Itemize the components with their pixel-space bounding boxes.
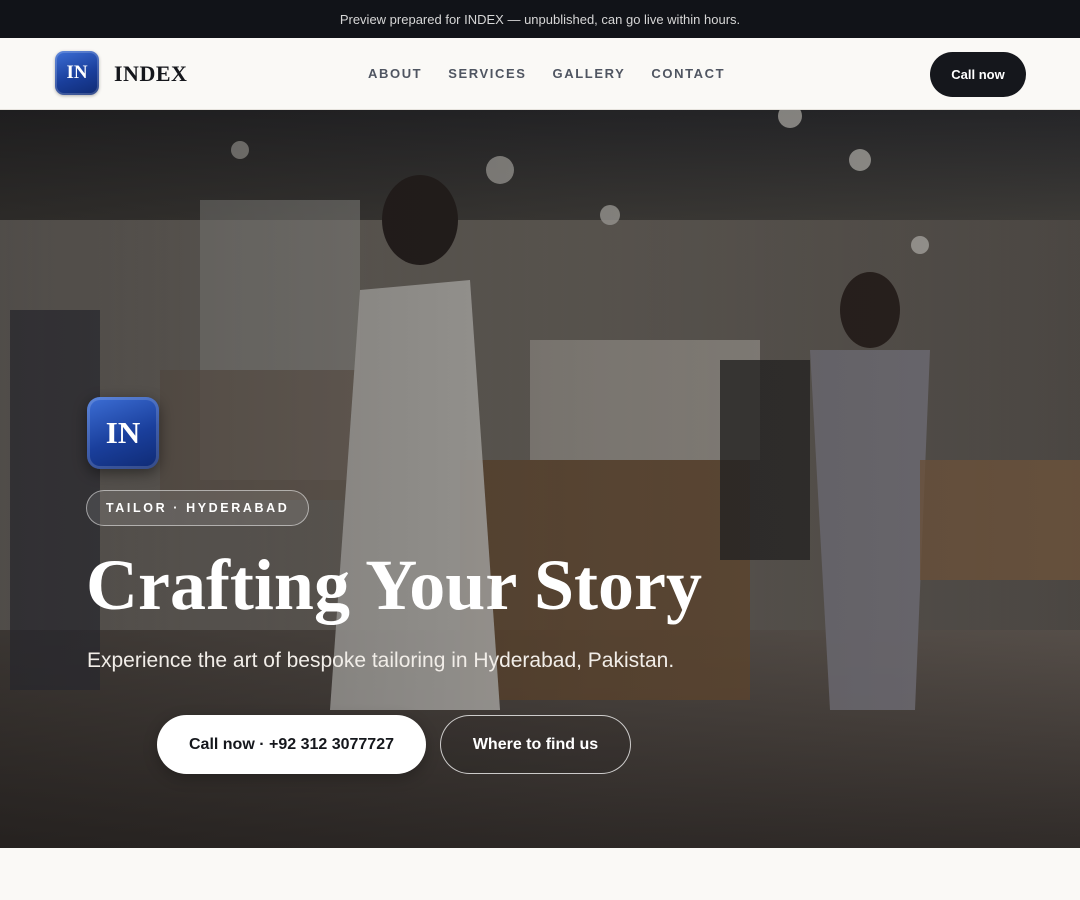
hero-section: IN TAILOR · HYDERABAD Crafting Your Stor… [0, 110, 1080, 848]
next-section [0, 848, 1080, 900]
hero-logo-icon: IN [87, 397, 159, 469]
nav-link-contact[interactable]: CONTACT [651, 66, 725, 81]
brand-name[interactable]: INDEX [114, 61, 187, 87]
call-phone-button[interactable]: Call now · +92 312 3077727 [157, 715, 426, 774]
preview-banner: Preview prepared for INDEX — unpublished… [0, 0, 1080, 38]
site-header: IN INDEX ABOUT SERVICES GALLERY CONTACT … [0, 38, 1080, 110]
nav-link-gallery[interactable]: GALLERY [553, 66, 626, 81]
category-tag: TAILOR · HYDERABAD [86, 490, 310, 526]
nav-link-services[interactable]: SERVICES [448, 66, 526, 81]
logo-icon[interactable]: IN [55, 51, 99, 95]
nav-link-about[interactable]: ABOUT [368, 66, 422, 81]
header-call-button[interactable]: Call now [930, 52, 1026, 97]
hero-subtitle: Experience the art of bespoke tailoring … [87, 649, 675, 672]
preview-banner-text: Preview prepared for INDEX — unpublished… [339, 11, 741, 27]
find-us-button[interactable]: Where to find us [440, 715, 631, 774]
main-nav: ABOUT SERVICES GALLERY CONTACT [368, 66, 751, 81]
hero-headline: Crafting Your Story [86, 545, 702, 625]
